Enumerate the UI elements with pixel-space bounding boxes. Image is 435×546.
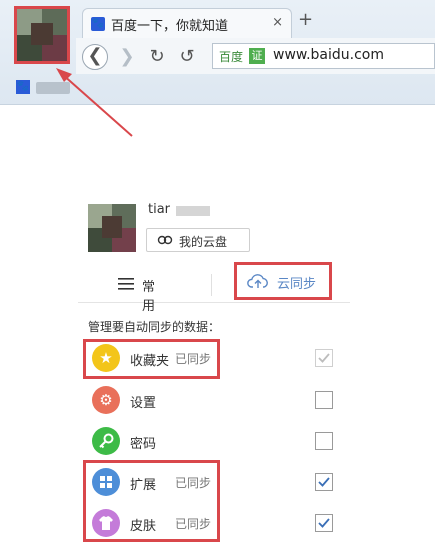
- my-cloud-label: 我的云盘: [179, 235, 228, 249]
- gear-icon: ⚙: [92, 386, 120, 414]
- menu-icon: [118, 278, 134, 290]
- my-cloud-button[interactable]: 我的云盘: [146, 228, 250, 252]
- tab-common-label: 常用: [142, 280, 156, 314]
- sync-item-label: 密码: [130, 437, 157, 452]
- avatar-pixel: [102, 216, 122, 238]
- sync-panel: tiar 我的云盘 常用 云同步 管理要自动同步的数据： ★ 收藏夹 已同步 ⚙…: [78, 192, 350, 543]
- star-icon: ★: [92, 344, 120, 372]
- sync-checkbox[interactable]: [315, 391, 333, 409]
- sync-checkbox[interactable]: [315, 432, 333, 450]
- user-name: tiar: [148, 202, 171, 217]
- sync-item-label: 皮肤: [130, 519, 157, 534]
- sync-checkbox[interactable]: [315, 349, 333, 367]
- sync-item-label: 收藏夹: [130, 354, 170, 369]
- sync-checkbox[interactable]: [315, 473, 333, 491]
- sync-status: 已同步: [175, 476, 212, 490]
- check-icon: [318, 518, 330, 528]
- panel-tabs: 常用 云同步: [78, 262, 350, 314]
- check-icon: [318, 353, 330, 363]
- grid-icon: [92, 468, 120, 496]
- sync-item-password: 密码: [78, 421, 350, 461]
- sync-item-settings: ⚙ 设置: [78, 380, 350, 420]
- cloud-upload-icon: [247, 274, 268, 288]
- sync-item-extensions: 扩展 已同步: [78, 462, 350, 502]
- shirt-glyph: [99, 516, 113, 530]
- key-icon: [92, 427, 120, 455]
- sync-checkbox[interactable]: [315, 514, 333, 532]
- link-icon: [157, 235, 173, 245]
- shirt-icon: [92, 509, 120, 537]
- sync-status: 已同步: [175, 352, 212, 366]
- sync-item-label: 设置: [130, 396, 157, 411]
- tab-cloud-sync[interactable]: 云同步: [234, 262, 332, 300]
- sync-item-favorites: ★ 收藏夹 已同步: [78, 338, 350, 378]
- avatar: [88, 204, 136, 252]
- blurred-name: [176, 206, 210, 216]
- sync-item-label: 扩展: [130, 478, 157, 493]
- sync-item-skins: 皮肤 已同步: [78, 503, 350, 543]
- tab-divider: [211, 274, 212, 296]
- key-glyph: [99, 433, 114, 449]
- section-title: 管理要自动同步的数据：: [88, 320, 221, 334]
- tab-cloud-sync-label: 云同步: [277, 277, 317, 292]
- sync-status: 已同步: [175, 517, 212, 531]
- check-icon: [318, 477, 330, 487]
- grid-glyph: [100, 476, 112, 488]
